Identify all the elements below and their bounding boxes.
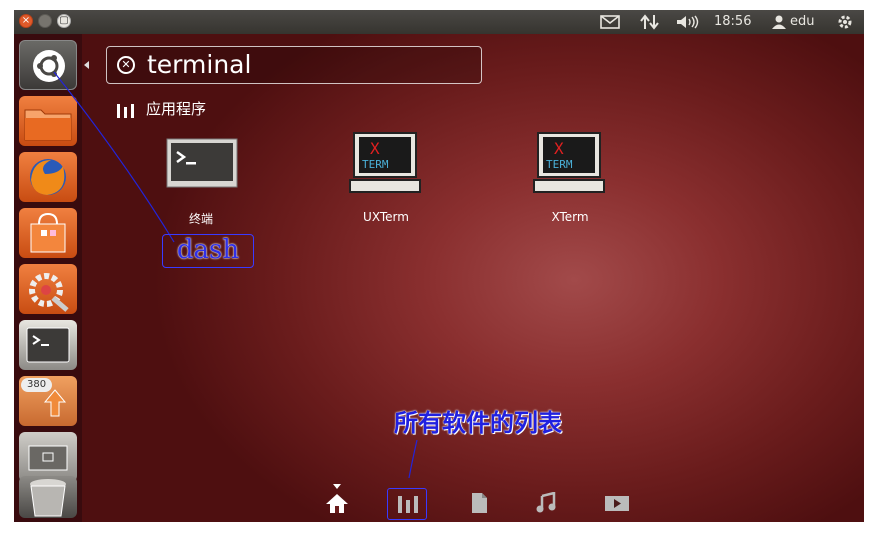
annotation-line-dash xyxy=(53,71,175,243)
active-lens-arrow-icon xyxy=(333,484,341,489)
annotation-lines xyxy=(53,71,418,479)
desktop-screen: × ▢ 18:56 edu 380 ✕ terminal 应用程序 终端 X T… xyxy=(14,10,864,522)
lens-bar xyxy=(14,484,864,522)
annotation-dash: dash xyxy=(162,234,254,268)
home-lens-icon[interactable] xyxy=(324,492,350,514)
files-lens-icon[interactable] xyxy=(466,492,492,514)
music-lens-icon[interactable] xyxy=(534,492,560,514)
video-lens-icon[interactable] xyxy=(604,492,630,514)
annotation-line-list xyxy=(408,439,418,479)
annotation-software-list: 所有软件的列表 xyxy=(394,408,562,437)
applications-lens-icon xyxy=(398,496,418,513)
applications-lens-button[interactable] xyxy=(387,488,427,520)
